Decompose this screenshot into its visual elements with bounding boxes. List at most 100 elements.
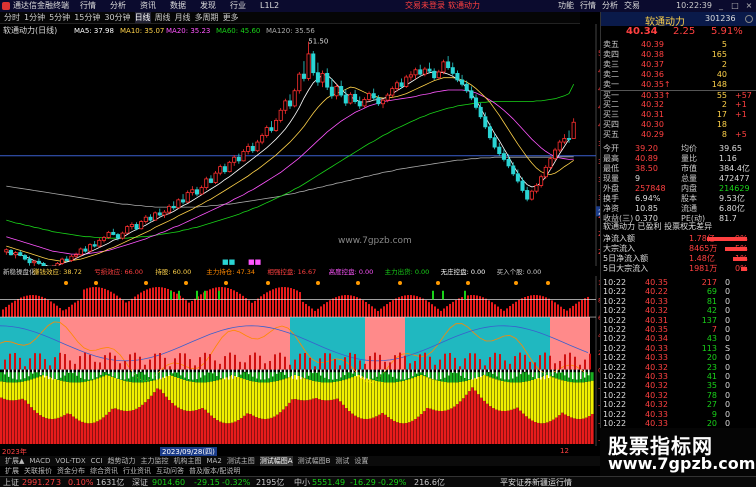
indicator-tab-12[interactable]: 设置 <box>354 456 368 466</box>
candle <box>241 149 246 162</box>
status-item-4: 1631亿 <box>96 478 125 487</box>
flow-row: 5日大宗流入 1981万 0% <box>603 264 748 273</box>
candle <box>353 90 358 104</box>
candles <box>4 41 576 266</box>
period-6[interactable]: 周线 <box>155 12 171 23</box>
ind-header-5: 相强控盘: 16.67 <box>267 267 316 276</box>
info-tab-2[interactable]: 资金分布 <box>57 466 85 476</box>
stock-code: 301236 <box>705 14 736 23</box>
candle <box>315 62 320 86</box>
status-item-5[interactable]: 深证 <box>132 477 148 487</box>
menu-item-data[interactable]: 数据 <box>170 1 186 10</box>
sell-row[interactable]: 卖五 40.39 5 <box>601 40 756 50</box>
buy-row[interactable]: 买五 40.29 8 +5 <box>601 130 756 140</box>
period-3[interactable]: 15分钟 <box>74 12 100 23</box>
indicator-tab-4[interactable]: 趋势动力 <box>108 456 136 466</box>
maximize-button[interactable]: □ <box>730 0 740 12</box>
menu-item-quote[interactable]: 行情 <box>580 1 596 10</box>
candle <box>260 133 265 145</box>
candle <box>432 68 437 80</box>
status-bar: 上证 2991.27 3 0.10% 1631亿 深证 9014.60 -29.15 -0.32… <box>0 476 756 487</box>
status-item-15[interactable]: 平安证券新疆运行情 <box>500 477 572 487</box>
menu-item-news[interactable]: 资讯 <box>140 1 156 10</box>
menu-item-l1l2[interactable]: L1L2 <box>260 1 279 10</box>
indicator-tab-5[interactable]: 主力监控 <box>141 456 169 466</box>
period-0[interactable]: 分时 <box>4 12 20 23</box>
menu-item-discover[interactable]: 发现 <box>200 1 216 10</box>
menu-item-industry[interactable]: 行业 <box>230 1 246 10</box>
info-tab-5[interactable]: 互动问答 <box>156 466 184 476</box>
info-icon[interactable] <box>745 15 753 23</box>
candle <box>460 74 465 87</box>
sell-row[interactable]: 卖二 40.36 40 <box>601 70 756 80</box>
candle <box>306 41 311 81</box>
candle <box>348 92 353 105</box>
period-9[interactable]: 更多 <box>223 12 239 23</box>
info-tab-3[interactable]: 综合资讯 <box>90 466 118 476</box>
indicator-tab-10[interactable]: 测试幅图B <box>298 456 331 466</box>
candle <box>571 118 576 139</box>
info-tabs: 扩展 关联报价 资金分布 综合资讯 行业资讯 互动问答 普及版本/配说明 <box>0 466 600 476</box>
indicator-tab-3[interactable]: CCI <box>91 456 103 466</box>
candle <box>101 235 107 243</box>
info-tab-0[interactable]: 扩展 <box>5 466 19 476</box>
stock-alert[interactable]: 软通动力 <box>448 0 480 12</box>
candle <box>283 98 288 114</box>
candle <box>176 198 181 209</box>
indicator-chart[interactable]: 新稳操盘化赚钱效应: 38.72 亏损效应: 66.00 持股: 60.00 主力持仓… <box>0 266 600 446</box>
indicator-tab-9[interactable]: 测试幅图A <box>259 456 293 466</box>
indicator-tab-2[interactable]: VOL-TDX <box>55 456 85 466</box>
period-2[interactable]: 5分钟 <box>49 12 70 23</box>
status-item-11: 5551.49 <box>312 478 346 487</box>
period-5[interactable]: 日线 <box>134 12 151 23</box>
status-item-10[interactable]: 中小 <box>294 477 310 487</box>
menu-item-trade[interactable]: 交易 <box>624 1 640 10</box>
menu-item-quotes[interactable]: 行情 <box>80 1 96 10</box>
period-4[interactable]: 30分钟 <box>104 12 130 23</box>
indicator-tab-0[interactable]: 扩展▲ <box>5 456 24 466</box>
buy-row[interactable]: 买二 40.32 2 +1 <box>601 100 756 110</box>
indicator-tab-6[interactable]: 机构主图 <box>174 456 202 466</box>
close-button[interactable]: × <box>744 0 754 12</box>
candle <box>157 208 162 217</box>
signal-markers <box>64 281 550 285</box>
menu-item-function[interactable]: 功能 <box>558 1 574 10</box>
candle <box>236 153 241 164</box>
info-tab-4[interactable]: 行业资讯 <box>123 466 151 476</box>
login-alert[interactable]: 交易未登录 <box>405 0 445 12</box>
status-item-0[interactable]: 上证 <box>3 477 19 487</box>
sell-row[interactable]: 卖四 40.38 165 <box>601 50 756 60</box>
buy-row[interactable]: 买四 40.30 18 <box>601 120 756 130</box>
menu-item-analysis[interactable]: 分析 <box>110 1 126 10</box>
candle <box>553 147 558 161</box>
menu-item-analyze[interactable]: 分析 <box>602 1 618 10</box>
candle <box>418 64 423 76</box>
candle <box>301 61 306 82</box>
period-7[interactable]: 月线 <box>175 12 191 23</box>
sell-row[interactable]: 卖一 40.35↑ 148 <box>601 80 756 90</box>
candle <box>334 84 339 100</box>
indicator-tab-8[interactable]: 测试主图 <box>227 456 255 466</box>
buy-row[interactable]: 买三 40.31 17 +1 <box>601 110 756 120</box>
info-tab-1[interactable]: 关联报价 <box>24 466 52 476</box>
candle <box>8 248 14 256</box>
indicator-tab-11[interactable]: 测试 <box>335 456 349 466</box>
sell-row[interactable]: 卖三 40.37 2 <box>601 60 756 70</box>
candle <box>129 222 134 230</box>
indicator-tab-1[interactable]: MACD <box>29 456 50 466</box>
period-1[interactable]: 1分钟 <box>24 12 45 23</box>
ind-header-2: 亏损效应: 66.00 <box>94 267 143 276</box>
buy-row[interactable]: 买一 40.33↑ 55 +57 <box>601 90 756 100</box>
candle <box>269 121 274 133</box>
info-tab-6[interactable]: 普及版本/配说明 <box>189 466 240 476</box>
indicator-tab-7[interactable]: MA2 <box>207 456 222 466</box>
candle <box>520 177 525 193</box>
candle <box>250 142 255 153</box>
minimize-button[interactable]: _ <box>716 0 726 12</box>
period-8[interactable]: 多周期 <box>195 12 219 23</box>
candle <box>274 118 279 132</box>
watermark-url: www.7gpzb.com <box>608 454 756 473</box>
candle <box>264 125 269 138</box>
kline-chart[interactable]: 软通动力(日线) MA5: 37.98 MA10: 35.07 MA20: 35.23… <box>0 24 600 266</box>
candle <box>185 190 190 203</box>
